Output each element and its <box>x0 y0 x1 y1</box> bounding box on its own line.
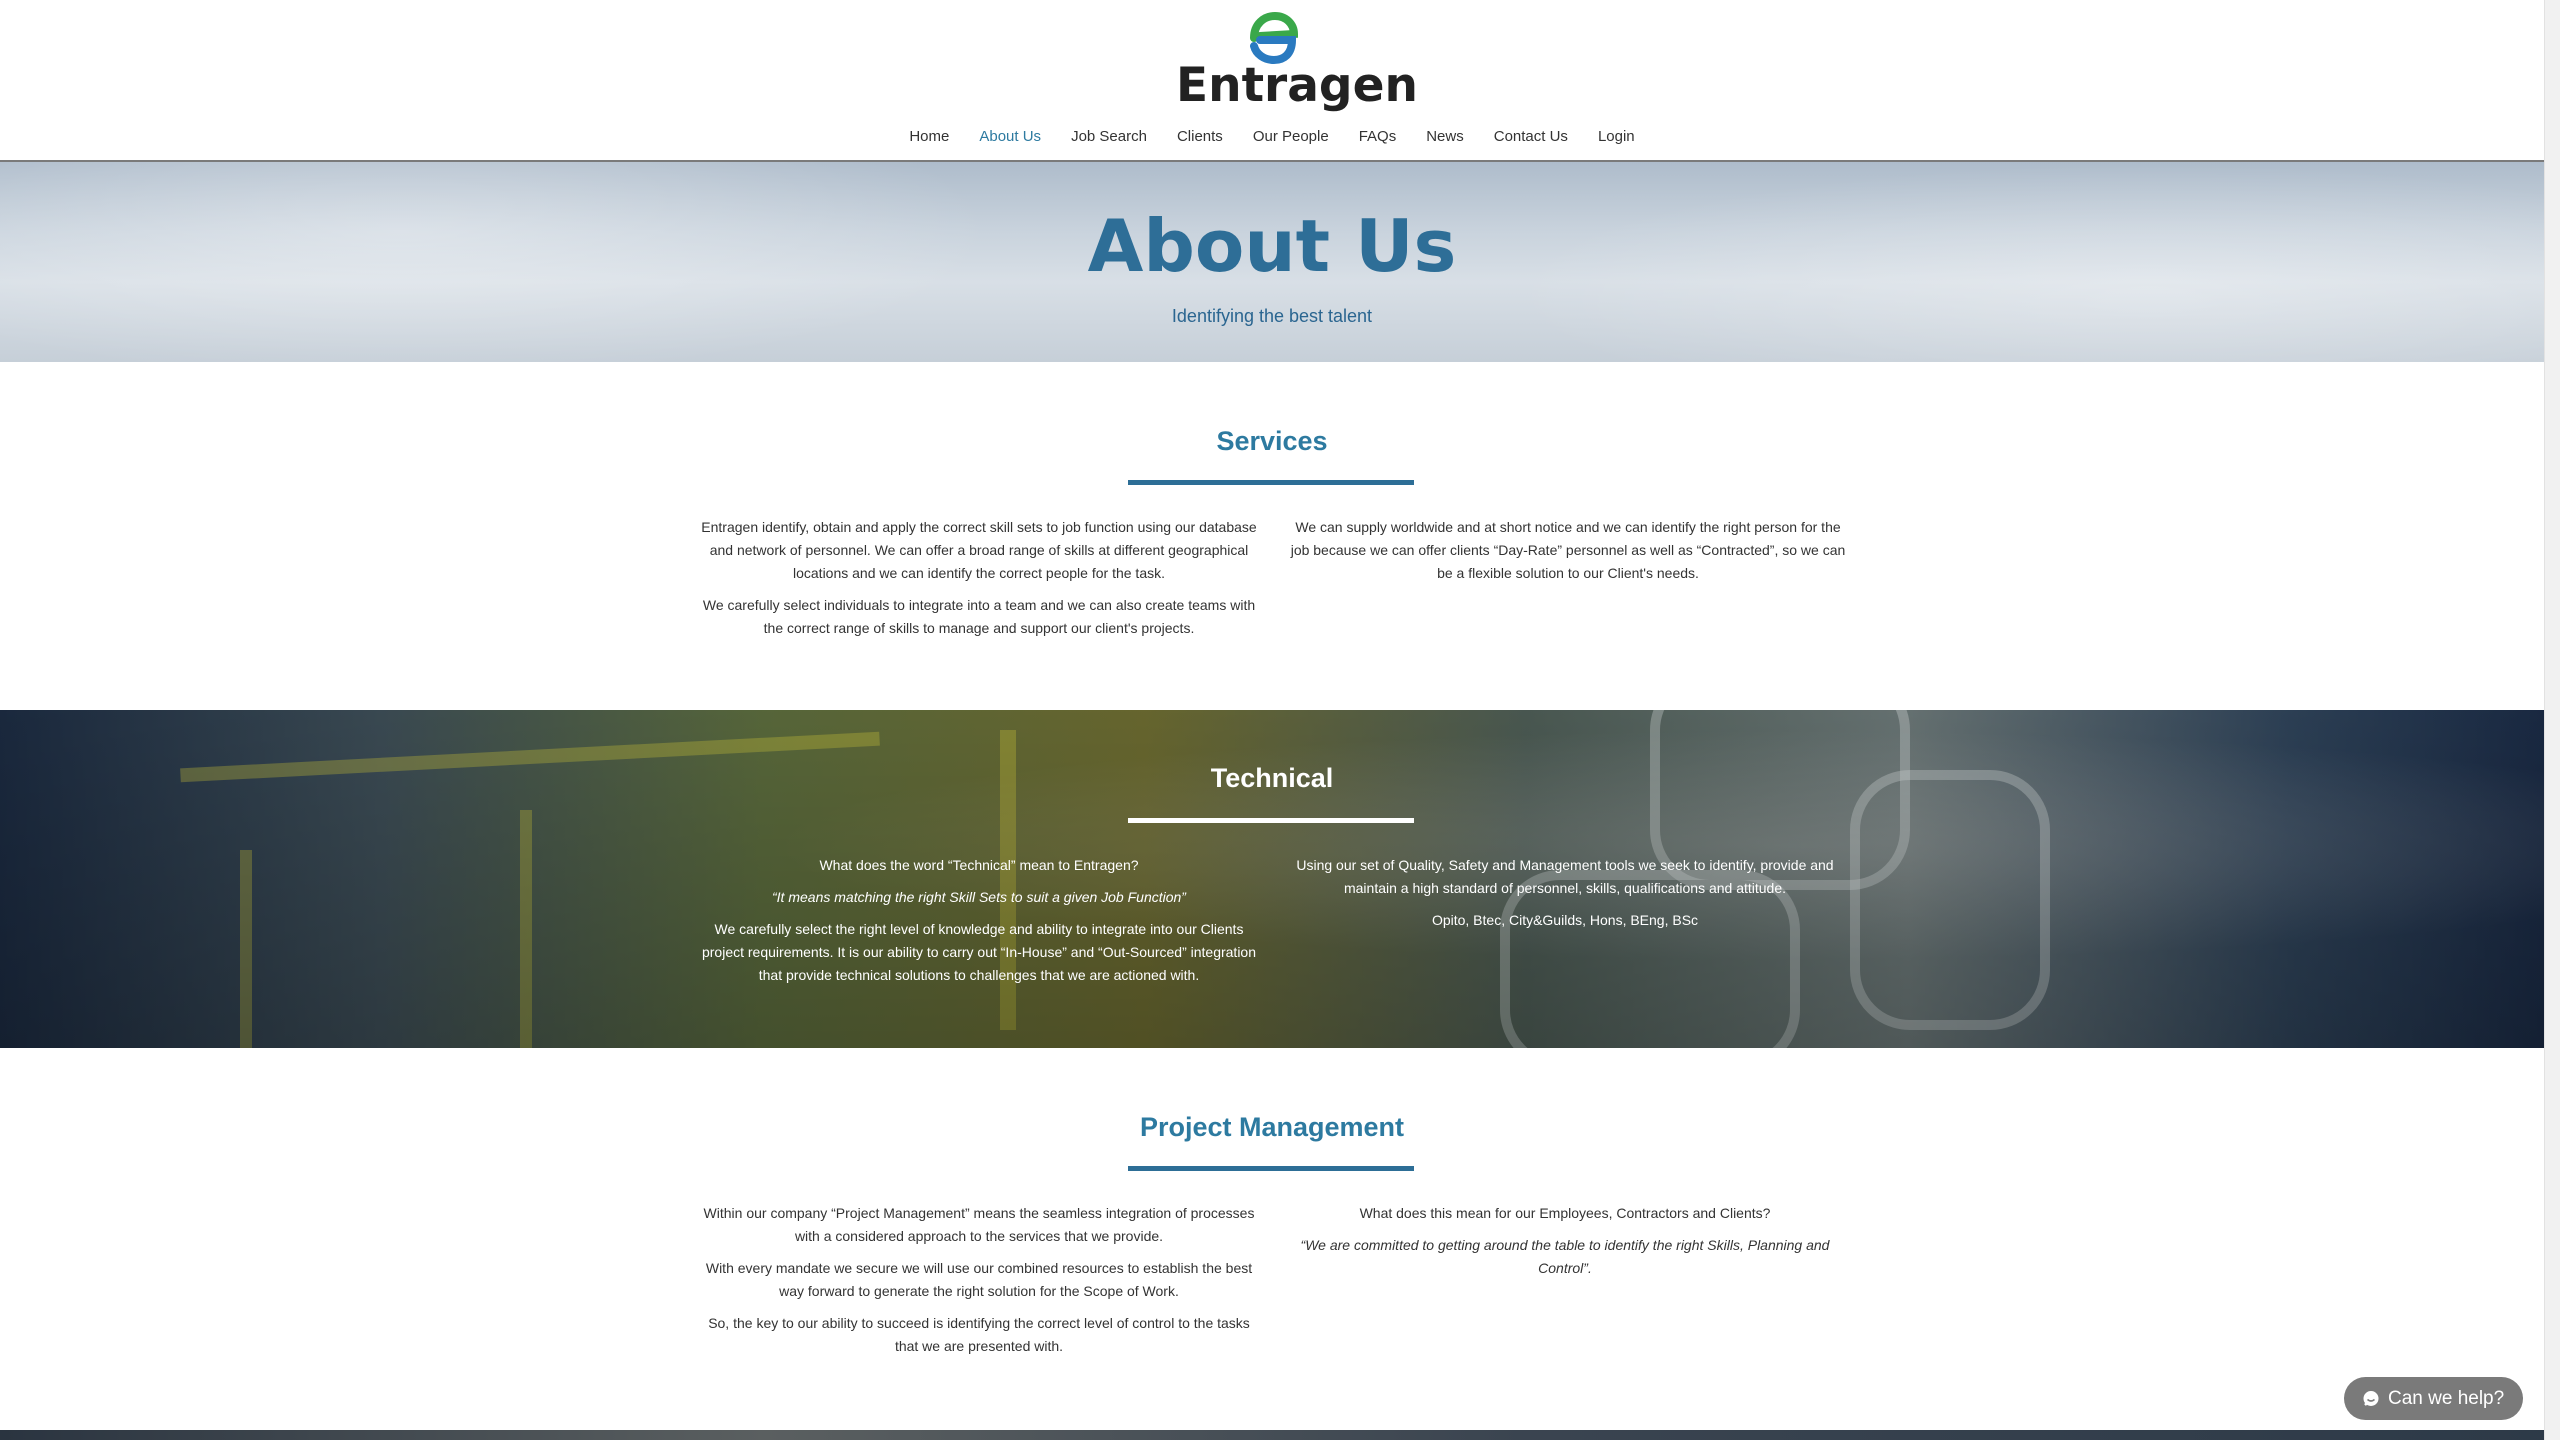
technical-quote: “It means matching the right Skill Sets … <box>772 889 1186 905</box>
services-right-column: We can supply worldwide and at short not… <box>1287 516 1849 594</box>
chat-label: Can we help? <box>2388 1387 2505 1409</box>
technical-paragraph: We carefully select the right level of k… <box>701 921 1257 983</box>
project-management-section: Project Management Within our company “P… <box>0 1048 2544 1430</box>
next-section-image-edge <box>0 1430 2544 1440</box>
nav-news[interactable]: News <box>1411 120 1479 162</box>
technical-left-column: What does the word “Technical” mean to E… <box>700 854 1258 996</box>
logo-wordmark: Entragen <box>1176 58 1418 113</box>
logo-e-mark-icon <box>1250 12 1298 64</box>
nav-faqs[interactable]: FAQs <box>1344 120 1412 162</box>
services-section: Services Entragen identify, obtain and a… <box>0 362 2544 710</box>
nav-login[interactable]: Login <box>1583 120 1650 162</box>
chat-widget-button[interactable]: Can we help? <box>2344 1377 2523 1420</box>
services-paragraph: We can supply worldwide and at short not… <box>1290 519 1846 581</box>
nav-our-people[interactable]: Our People <box>1238 120 1344 162</box>
entragen-logo[interactable]: Entragen <box>1176 12 1418 113</box>
technical-paragraph: Using our set of Quality, Safety and Man… <box>1296 857 1834 896</box>
nav-home[interactable]: Home <box>894 120 964 162</box>
nav-job-search[interactable]: Job Search <box>1056 120 1162 162</box>
chat-bubble-icon <box>2363 1390 2379 1406</box>
project-management-quote: “We are committed to getting around the … <box>1300 1237 1830 1276</box>
hero-banner: About Us Identifying the best talent <box>0 162 2544 362</box>
page-scrollbar[interactable] <box>2544 0 2560 1440</box>
project-management-paragraph: Within our company “Project Management” … <box>703 1205 1255 1244</box>
qualifications-list: Opito, Btec, City&Guilds, Hons, BEng, BS… <box>1431 912 1699 928</box>
nav-clients[interactable]: Clients <box>1162 120 1238 162</box>
project-management-divider <box>1128 1166 1414 1171</box>
project-management-left-column: Within our company “Project Management” … <box>700 1202 1258 1367</box>
main-nav: Home About Us Job Search Clients Our Peo… <box>0 120 2544 172</box>
project-management-title: Project Management <box>1139 1112 1405 1142</box>
services-left-column: Entragen identify, obtain and apply the … <box>700 516 1258 649</box>
technical-right-column: Using our set of Quality, Safety and Man… <box>1284 854 1846 941</box>
page-title: About Us <box>1087 204 1457 288</box>
project-management-paragraph: So, the key to our ability to succeed is… <box>708 1315 1250 1354</box>
project-management-right-column: What does this mean for our Employees, C… <box>1294 1202 1836 1289</box>
services-divider <box>1128 480 1414 485</box>
project-management-paragraph: What does this mean for our Employees, C… <box>1359 1205 1771 1221</box>
services-paragraph: Entragen identify, obtain and apply the … <box>701 519 1257 581</box>
technical-title: Technical <box>1210 763 1334 793</box>
page-subtitle: Identifying the best talent <box>1171 306 1373 326</box>
site-header: Entragen Home About Us Job Search Client… <box>0 0 2544 172</box>
services-title: Services <box>1216 426 1328 456</box>
nav-about-us[interactable]: About Us <box>964 120 1056 172</box>
nav-contact-us[interactable]: Contact Us <box>1479 120 1583 162</box>
technical-divider <box>1128 818 1414 823</box>
project-management-paragraph: With every mandate we secure we will use… <box>705 1260 1253 1299</box>
services-paragraph: We carefully select individuals to integ… <box>702 597 1256 636</box>
technical-section: Technical What does the word “Technical”… <box>0 710 2544 1048</box>
technical-background-shade <box>0 710 2544 1048</box>
technical-paragraph: What does the word “Technical” mean to E… <box>819 857 1139 873</box>
